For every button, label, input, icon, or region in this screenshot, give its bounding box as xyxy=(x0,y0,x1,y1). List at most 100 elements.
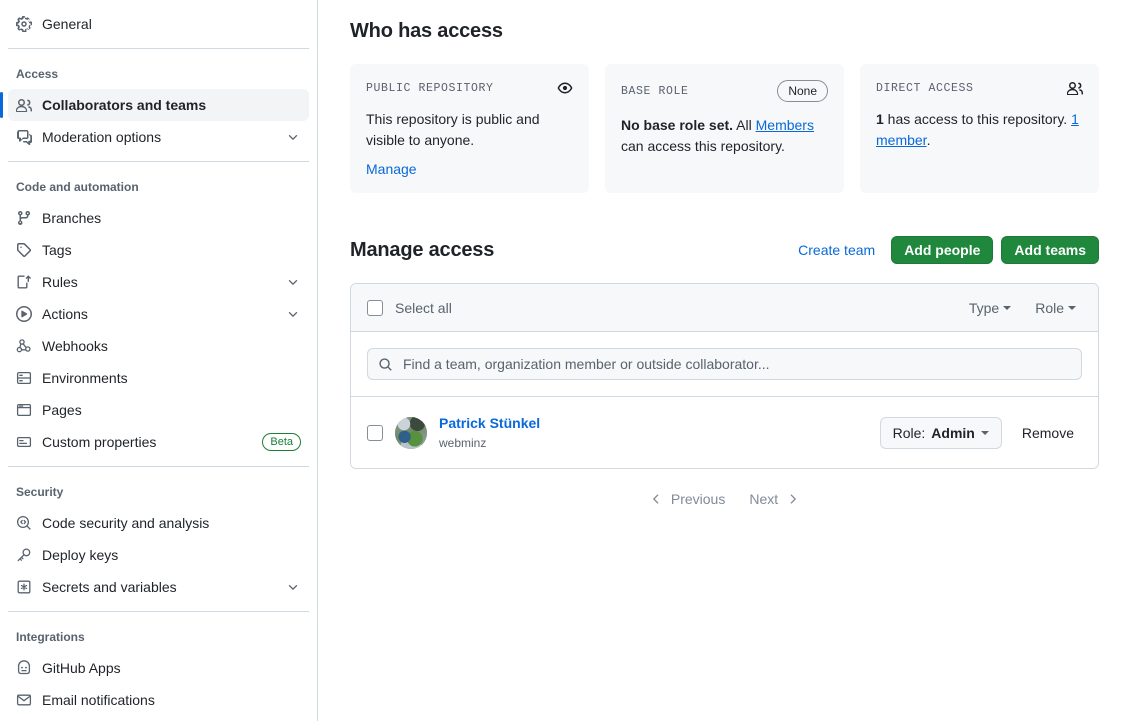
role-dropdown-button[interactable]: Role: Admin xyxy=(879,416,1002,449)
sidebar-item-pages[interactable]: Pages xyxy=(8,394,309,426)
chevron-left-icon xyxy=(653,494,659,504)
sidebar-section-heading: Access xyxy=(16,67,59,81)
row-checkbox[interactable] xyxy=(367,424,383,441)
sidebar-item-custom-properties[interactable]: Custom properties Beta xyxy=(8,426,309,458)
access-summary-cards: PUBLIC REPOSITORY This repository is pub… xyxy=(350,64,1099,193)
sidebar-item-label: Branches xyxy=(42,210,102,226)
settings-sidebar: General Access Collaborators and teams M… xyxy=(0,0,318,721)
avatar xyxy=(395,416,427,449)
tag-icon xyxy=(16,242,32,258)
pagination: Previous Next xyxy=(350,491,1099,507)
create-team-link[interactable]: Create team xyxy=(790,242,883,258)
sidebar-item-label: Moderation options xyxy=(42,129,162,145)
access-panel: Select all Type Role Find a team, organi… xyxy=(350,283,1099,469)
sidebar-item-collaborators-and-teams[interactable]: Collaborators and teams xyxy=(0,89,309,121)
sidebar-section-code-and-automation: Code and automation Branches Tags Rules xyxy=(8,170,309,458)
sidebar-item-label: Email notifications xyxy=(42,692,155,708)
type-filter[interactable]: Type xyxy=(963,300,1017,316)
card-base-role: BASE ROLE None No base role set. All Mem… xyxy=(605,64,844,193)
base-role-text-post: can access this repository. xyxy=(621,138,785,154)
base-role-status: No base role set. xyxy=(621,117,734,133)
chevron-down-icon xyxy=(980,430,989,435)
gear-icon xyxy=(16,16,32,32)
sidebar-item-label: Secrets and variables xyxy=(42,579,177,595)
add-teams-button[interactable]: Add teams xyxy=(1001,236,1099,264)
note-icon xyxy=(16,434,32,450)
key-icon xyxy=(16,547,32,563)
sidebar-item-github-apps[interactable]: GitHub Apps xyxy=(8,652,309,684)
member-name-link[interactable]: Patrick Stünkel xyxy=(439,413,868,434)
sidebar-divider xyxy=(8,48,309,49)
manage-access-actions: Create team Add people Add teams xyxy=(790,236,1099,264)
base-role-text-pre: All xyxy=(733,117,756,133)
app-icon xyxy=(16,660,32,676)
card-public-repository: PUBLIC REPOSITORY This repository is pub… xyxy=(350,64,589,193)
card-body: 1 has access to this repository. 1 membe… xyxy=(876,109,1083,151)
sidebar-divider xyxy=(8,466,309,467)
card-body: No base role set. All Members can access… xyxy=(621,115,828,157)
search-input[interactable] xyxy=(401,355,1071,373)
role-filter-label: Role xyxy=(1035,299,1064,316)
card-body: This repository is public and visible to… xyxy=(366,111,540,148)
sidebar-item-actions[interactable]: Actions xyxy=(8,298,309,330)
git-branch-icon xyxy=(16,210,32,226)
search-box[interactable] xyxy=(367,348,1082,380)
role-filter[interactable]: Role xyxy=(1029,300,1082,316)
sidebar-item-label: Pages xyxy=(42,402,82,418)
manage-access-title: Manage access xyxy=(350,239,495,261)
main-content: Who has access PUBLIC REPOSITORY This re… xyxy=(318,0,1139,721)
sidebar-item-label: Collaborators and teams xyxy=(42,97,207,113)
previous-label: Previous xyxy=(670,491,726,507)
sidebar-item-code-security-and-analysis[interactable]: Code security and analysis xyxy=(8,507,309,539)
settings-page: General Access Collaborators and teams M… xyxy=(0,0,1139,721)
browser-icon xyxy=(16,402,32,418)
member-login: webminz xyxy=(439,436,487,450)
sidebar-item-label: Rules xyxy=(42,274,78,290)
access-panel-header: Select all Type Role xyxy=(351,284,1098,332)
remove-button[interactable]: Remove xyxy=(1014,425,1082,441)
sidebar-item-secrets-and-variables[interactable]: Secrets and variables xyxy=(8,571,309,603)
manage-link[interactable]: Manage xyxy=(366,161,573,177)
chevron-down-icon xyxy=(1068,305,1076,310)
webhook-icon xyxy=(16,338,32,354)
sidebar-divider xyxy=(8,161,309,162)
type-filter-label: Type xyxy=(968,299,1000,316)
role-value: Admin xyxy=(931,424,975,441)
table-row: Patrick Stünkel webminz Role: Admin Remo… xyxy=(351,397,1098,468)
sidebar-item-label: Custom properties xyxy=(42,434,157,450)
sidebar-item-deploy-keys[interactable]: Deploy keys xyxy=(8,539,309,571)
card-header: BASE ROLE None xyxy=(621,80,828,102)
add-people-button[interactable]: Add people xyxy=(891,236,994,264)
sidebar-item-webhooks[interactable]: Webhooks xyxy=(8,330,309,362)
chevron-down-icon xyxy=(285,129,301,145)
sidebar-item-label: Actions xyxy=(42,306,88,322)
sidebar-item-tags[interactable]: Tags xyxy=(8,234,309,266)
direct-access-count: 1 xyxy=(876,111,884,127)
sidebar-section-heading: Security xyxy=(16,485,64,499)
card-header: PUBLIC REPOSITORY xyxy=(366,80,573,96)
sidebar-item-general[interactable]: General xyxy=(8,8,309,40)
chevron-down-icon xyxy=(285,274,301,290)
select-all-label: Select all xyxy=(395,299,452,316)
sidebar-item-branches[interactable]: Branches xyxy=(8,202,309,234)
sidebar-item-label: GitHub Apps xyxy=(42,660,121,676)
sidebar-item-email-notifications[interactable]: Email notifications xyxy=(8,684,309,716)
next-label: Next xyxy=(749,491,779,507)
sidebar-top-section: General xyxy=(8,0,309,40)
rules-icon xyxy=(16,274,32,290)
manage-access-header: Manage access Create team Add people Add… xyxy=(350,235,1099,265)
play-icon xyxy=(16,306,32,322)
select-all-checkbox[interactable] xyxy=(367,299,383,316)
members-link[interactable]: Members xyxy=(756,117,814,133)
sidebar-item-environments[interactable]: Environments xyxy=(8,362,309,394)
direct-access-suffix: . xyxy=(926,132,931,148)
mail-icon xyxy=(16,692,32,708)
card-kicker: BASE ROLE xyxy=(621,84,689,98)
sidebar-item-label: Code security and analysis xyxy=(42,515,210,531)
sidebar-item-moderation-options[interactable]: Moderation options xyxy=(8,121,309,153)
sidebar-item-rules[interactable]: Rules xyxy=(8,266,309,298)
sidebar-section-heading: Code and automation xyxy=(16,180,139,194)
sidebar-divider xyxy=(8,611,309,612)
direct-access-text: has access to this repository. xyxy=(883,111,1072,127)
base-role-badge: None xyxy=(777,80,828,102)
